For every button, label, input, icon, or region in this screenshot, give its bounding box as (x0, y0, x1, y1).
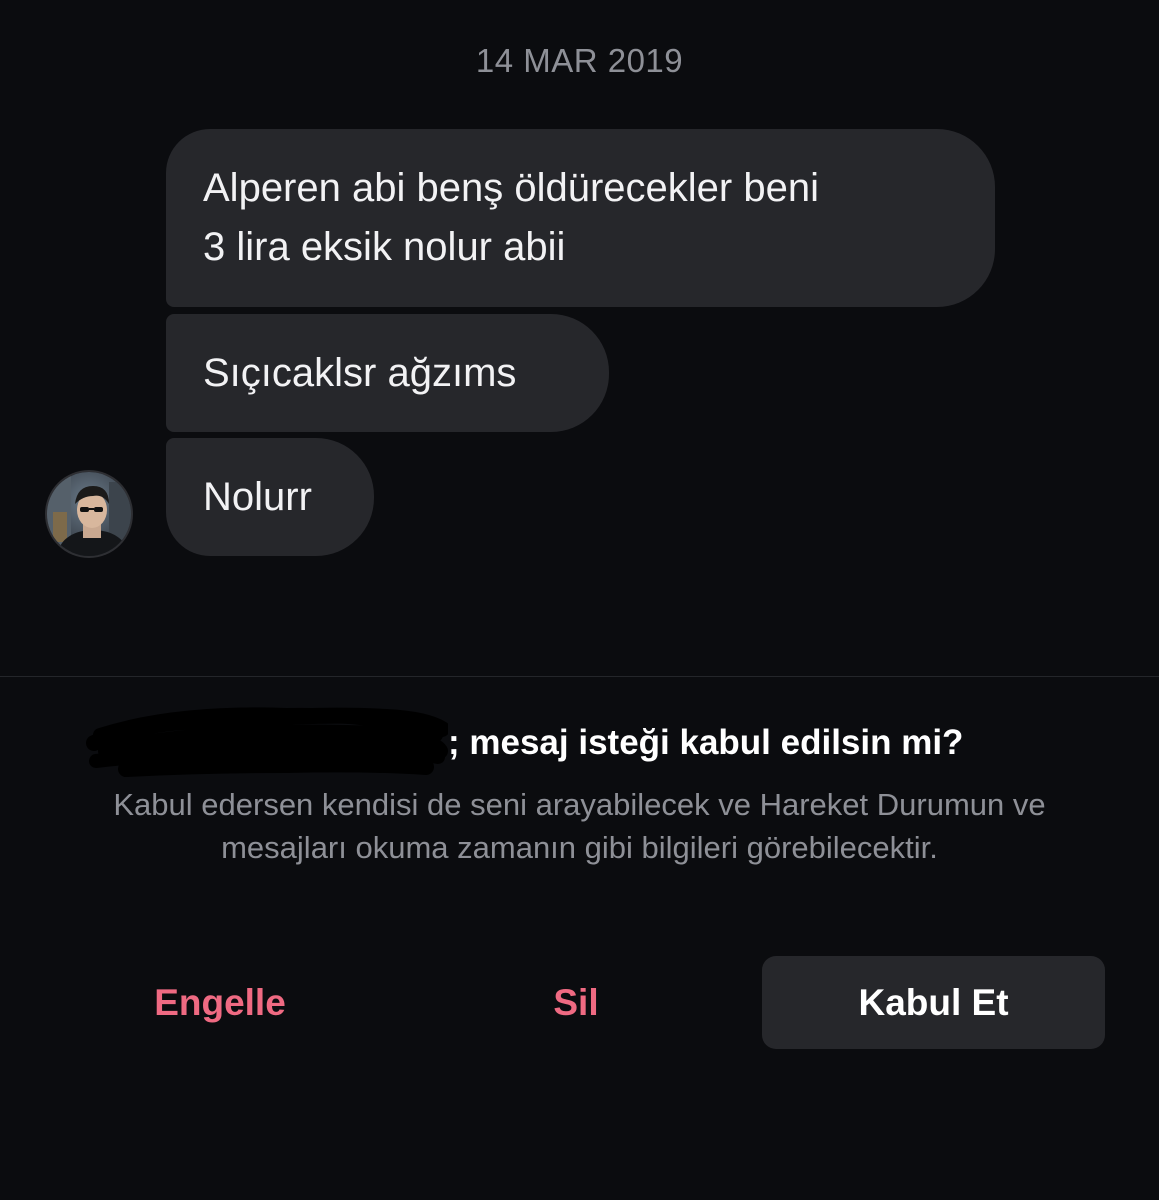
message-line: Alperen abi benş öldürecekler beni (203, 166, 819, 210)
date-separator: 14 MAR 2019 (475, 42, 684, 79)
sender-avatar[interactable] (47, 472, 131, 556)
message-text: Nolurr (203, 474, 312, 519)
message-text: Sıçıcaklsr ağzıms (203, 350, 517, 395)
avatar-photo (47, 472, 131, 556)
request-title: ; mesaj isteği kabul edilsin mi? (448, 723, 964, 762)
block-button[interactable]: Engelle (60, 956, 380, 1049)
message-bubble[interactable]: Nolurr (166, 438, 374, 556)
request-description: Kabul edersen kendisi de seni arayabilec… (113, 787, 1046, 865)
message-line: 3 lira eksik nolur abii (203, 225, 566, 269)
redaction-scribble (86, 707, 448, 777)
delete-button[interactable]: Sil (416, 956, 736, 1049)
section-divider (0, 676, 1159, 677)
message-bubble[interactable]: Alperen abi benş öldürecekler beni 3 lir… (166, 129, 995, 307)
message-bubble[interactable]: Sıçıcaklsr ağzıms (166, 314, 609, 432)
accept-button[interactable]: Kabul Et (762, 956, 1105, 1049)
message-text: Alperen abi benş öldürecekler beni 3 lir… (203, 159, 819, 277)
message-request-screen: 14 MAR 2019 Alperen abi benş öldürecekle… (0, 0, 1159, 1200)
